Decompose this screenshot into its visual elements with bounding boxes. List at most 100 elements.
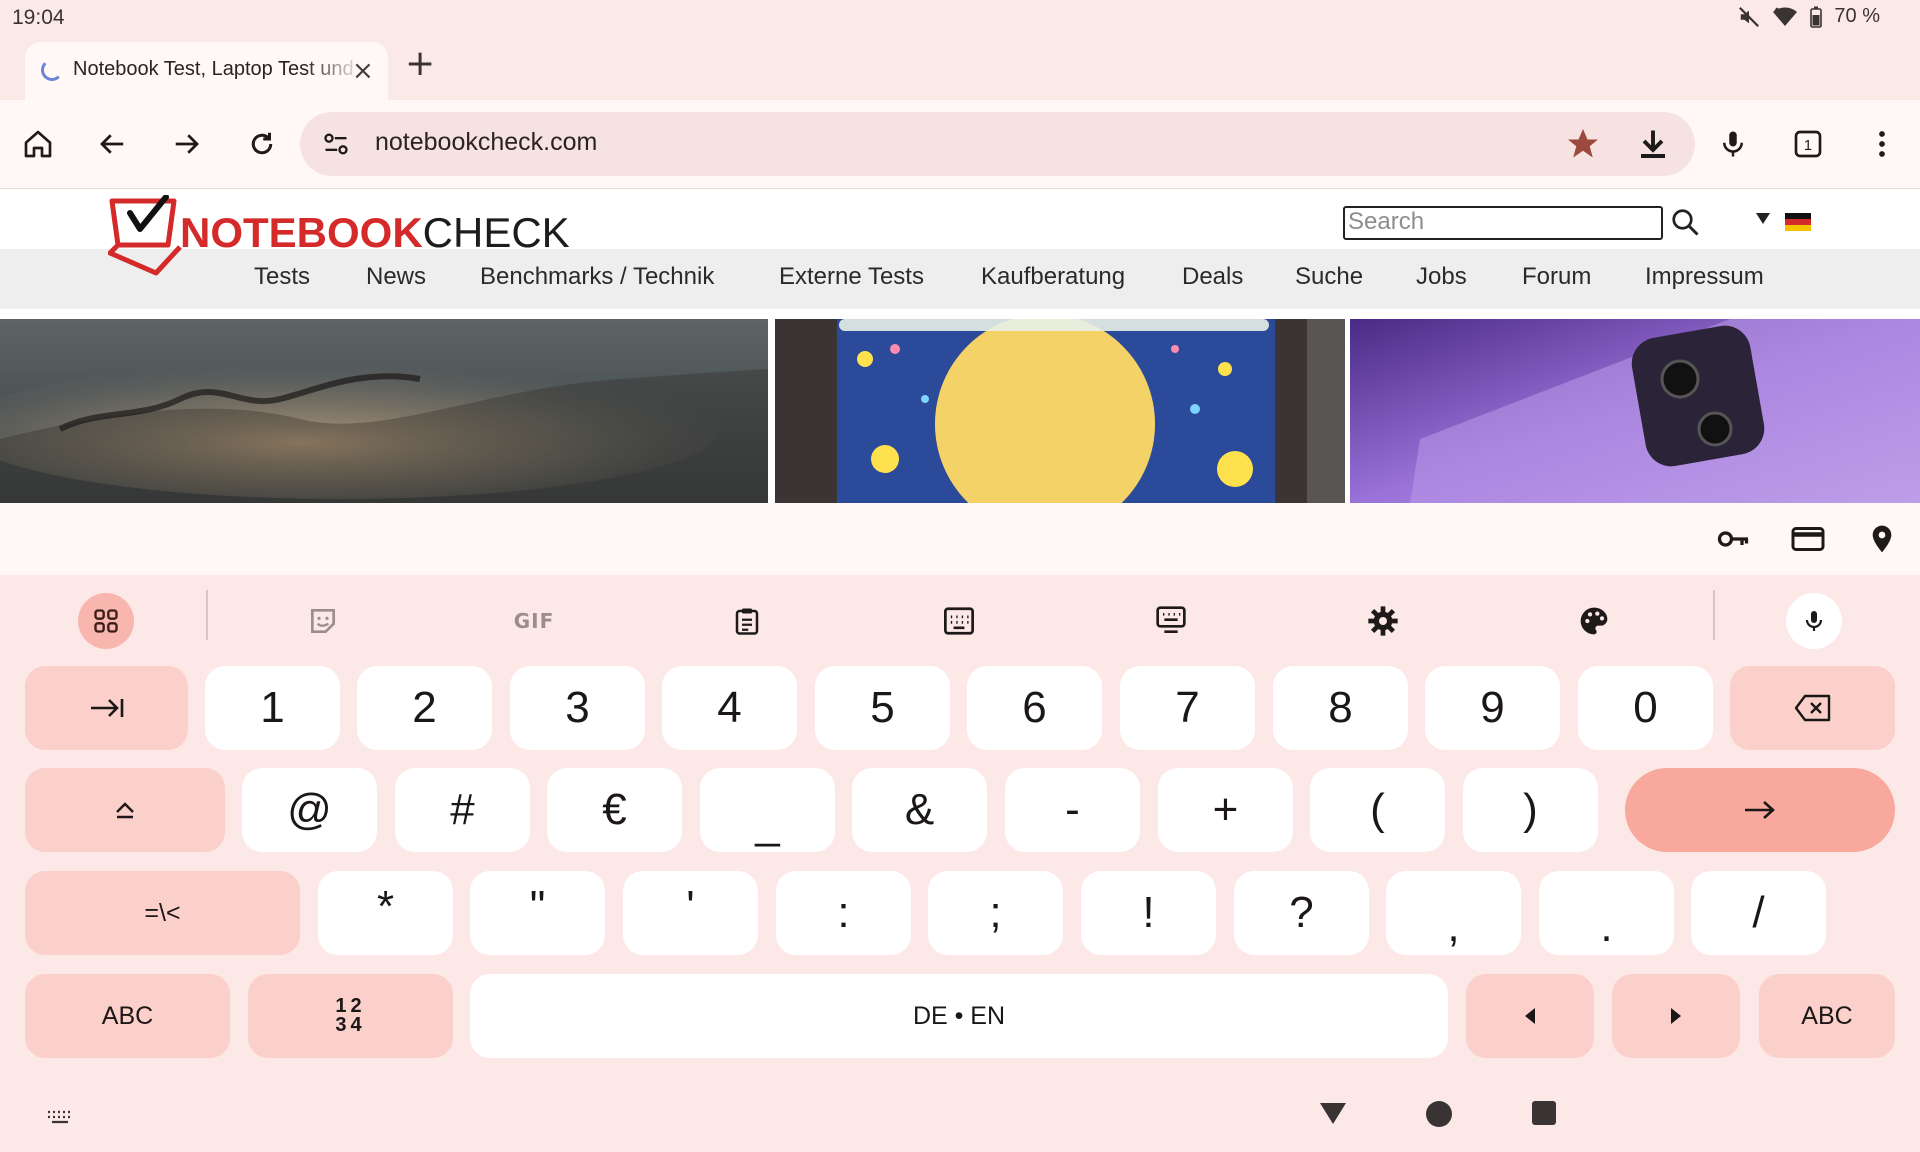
laptop-check-icon [108, 195, 182, 276]
key-asterisk[interactable]: * [318, 871, 453, 955]
enter-key[interactable] [1625, 768, 1895, 852]
site-search-input[interactable]: Search [1343, 206, 1663, 240]
nav-home-circle-icon[interactable] [1425, 1100, 1453, 1128]
key-minus[interactable]: - [1005, 768, 1140, 852]
backspace-key[interactable] [1730, 666, 1895, 750]
keyboard-mic-icon[interactable] [1786, 593, 1842, 649]
tab-strip: Notebook Test, Laptop Test und News × + [0, 38, 1920, 100]
numpad-key[interactable]: 12 34 [248, 974, 453, 1058]
cursor-left-key[interactable] [1466, 974, 1594, 1058]
nav-back-triangle-icon[interactable] [1318, 1100, 1348, 1126]
key-7[interactable]: 7 [1120, 666, 1255, 750]
one-handed-keyboard-icon[interactable] [931, 593, 987, 649]
site-settings-icon[interactable] [322, 130, 350, 158]
key-6[interactable]: 6 [967, 666, 1102, 750]
browser-tab[interactable]: Notebook Test, Laptop Test und News × [25, 42, 388, 100]
german-flag-icon[interactable] [1785, 213, 1811, 231]
key-slash[interactable]: / [1691, 871, 1826, 955]
soft-keyboard: GIF 1 2 3 4 5 6 7 8 9 0 @ # € _ & - + (… [0, 575, 1920, 1152]
password-key-icon[interactable] [1715, 521, 1751, 557]
dark-mode-moon-icon[interactable] [1718, 207, 1740, 233]
language-dropdown-icon[interactable] [1755, 211, 1771, 225]
key-comma[interactable]: , [1386, 871, 1521, 955]
tablet-wallpaper-image [775, 319, 1345, 503]
new-tab-button[interactable]: + [405, 46, 435, 82]
wifi-icon [1773, 7, 1798, 26]
svg-text:1: 1 [1804, 138, 1812, 154]
key-close-paren[interactable]: ) [1463, 768, 1598, 852]
key-euro[interactable]: € [547, 768, 682, 852]
key-1[interactable]: 1 [205, 666, 340, 750]
nav-jobs[interactable]: Jobs [1416, 263, 1467, 291]
overflow-menu-icon[interactable] [1862, 124, 1902, 164]
caret-left-icon [1525, 1008, 1535, 1024]
download-icon[interactable] [1635, 126, 1671, 162]
nav-forum[interactable]: Forum [1522, 263, 1591, 291]
sticker-icon[interactable] [295, 593, 351, 649]
key-period[interactable]: . [1539, 871, 1674, 955]
theme-palette-icon[interactable] [1566, 593, 1622, 649]
key-5[interactable]: 5 [815, 666, 950, 750]
hide-keyboard-icon[interactable] [46, 1108, 74, 1128]
site-logo[interactable]: NOTEBOOKCHECK [108, 195, 578, 285]
key-apostrophe[interactable]: ' [623, 871, 758, 955]
apps-grid-icon[interactable] [78, 593, 134, 649]
tab-switcher-icon[interactable]: 1 [1788, 124, 1828, 164]
abc-key-left[interactable]: ABC [25, 974, 230, 1058]
key-0[interactable]: 0 [1578, 666, 1713, 750]
settings-gear-icon[interactable] [1355, 593, 1411, 649]
key-ampersand[interactable]: & [852, 768, 987, 852]
shift-key[interactable] [25, 768, 225, 852]
key-3[interactable]: 3 [510, 666, 645, 750]
url-text: notebookcheck.com [375, 128, 598, 156]
clipboard-icon[interactable] [719, 593, 775, 649]
floating-keyboard-icon[interactable] [1143, 593, 1199, 649]
key-4[interactable]: 4 [662, 666, 797, 750]
address-bar[interactable]: notebookcheck.com [300, 112, 1695, 176]
shift-icon [116, 802, 134, 819]
status-icons: 70 % [1738, 5, 1880, 28]
home-icon[interactable] [18, 124, 58, 164]
nav-suche[interactable]: Suche [1295, 263, 1363, 291]
key-8[interactable]: 8 [1273, 666, 1408, 750]
voice-search-icon[interactable] [1713, 124, 1753, 164]
browser-toolbar: notebookcheck.com 1 [0, 100, 1920, 188]
search-icon[interactable] [1670, 207, 1700, 237]
key-colon[interactable]: : [776, 871, 911, 955]
article-card-phone[interactable] [1350, 319, 1920, 503]
payment-card-icon[interactable] [1790, 521, 1826, 557]
gif-icon[interactable]: GIF [506, 593, 562, 649]
status-time: 19:04 [12, 6, 65, 29]
key-2[interactable]: 2 [357, 666, 492, 750]
nav-recents-square-icon[interactable] [1531, 1100, 1557, 1126]
key-at[interactable]: @ [242, 768, 377, 852]
cursor-right-key[interactable] [1612, 974, 1740, 1058]
key-plus[interactable]: + [1158, 768, 1293, 852]
key-underscore[interactable]: _ [700, 768, 835, 852]
nav-impressum[interactable]: Impressum [1645, 263, 1764, 291]
key-double-quote[interactable]: " [470, 871, 605, 955]
article-card-milkyway[interactable] [0, 319, 768, 503]
nav-kaufberatung[interactable]: Kaufberatung [981, 263, 1125, 291]
nav-externe-tests[interactable]: Externe Tests [779, 263, 924, 291]
key-semicolon[interactable]: ; [928, 871, 1063, 955]
address-pin-icon[interactable] [1866, 521, 1898, 557]
bookmark-star-icon[interactable] [1565, 126, 1601, 162]
more-symbols-key[interactable]: =\< [25, 871, 300, 955]
key-open-paren[interactable]: ( [1310, 768, 1445, 852]
key-hash[interactable]: # [395, 768, 530, 852]
close-tab-icon[interactable]: × [352, 56, 374, 86]
web-content: Tests News Benchmarks / Technik Externe … [0, 188, 1920, 503]
article-card-tablet[interactable] [775, 319, 1345, 503]
space-bar[interactable]: DE • EN [470, 974, 1448, 1058]
forward-icon[interactable] [167, 124, 207, 164]
abc-key-right[interactable]: ABC [1759, 974, 1895, 1058]
key-exclamation[interactable]: ! [1081, 871, 1216, 955]
key-9[interactable]: 9 [1425, 666, 1560, 750]
reload-icon[interactable] [242, 124, 282, 164]
back-icon[interactable] [92, 124, 132, 164]
tab-key[interactable] [25, 666, 188, 750]
key-question[interactable]: ? [1234, 871, 1369, 955]
nav-deals[interactable]: Deals [1182, 263, 1243, 291]
milky-way-image [0, 319, 768, 503]
